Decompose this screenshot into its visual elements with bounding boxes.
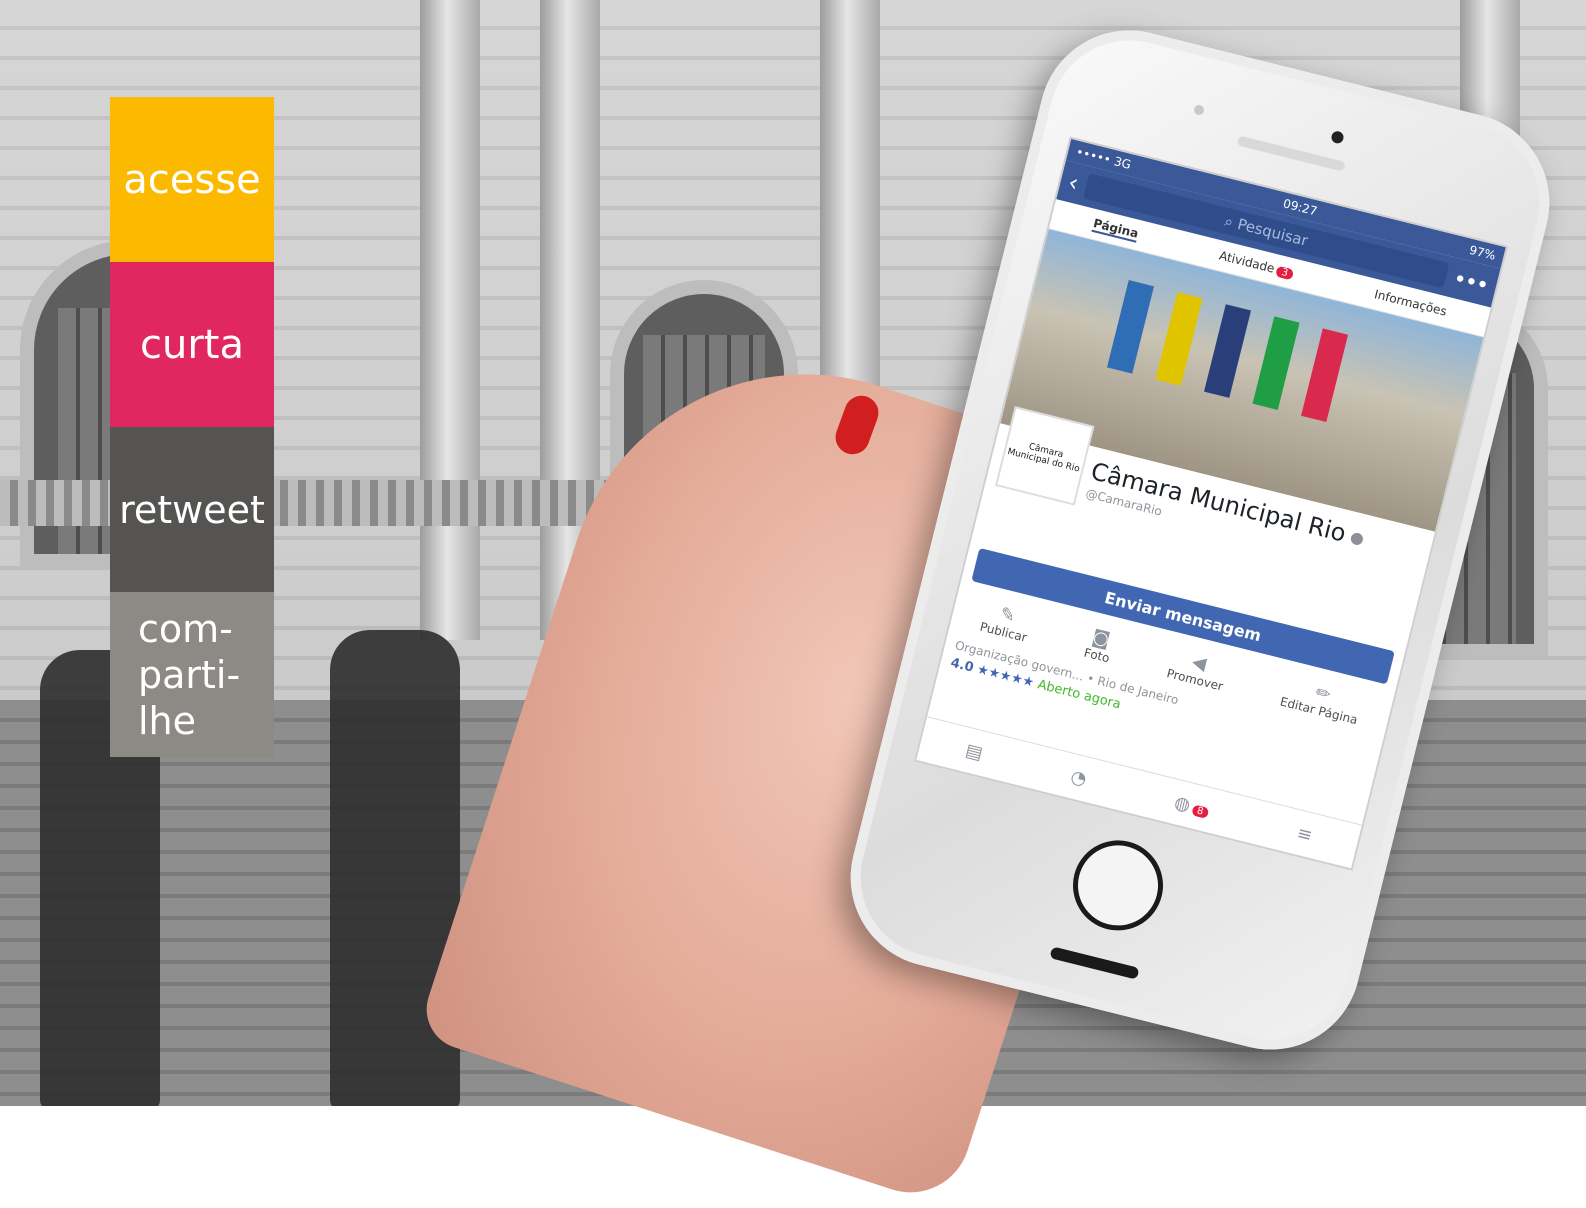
feed-icon[interactable]: ▤ [963,739,985,763]
promote-button[interactable]: ◀ Promover [1165,646,1229,694]
earpiece-speaker [1236,135,1346,172]
home-button[interactable] [1063,830,1173,940]
battery-level: 97% [1467,242,1498,263]
banner [1252,316,1300,410]
back-chevron-icon[interactable]: ‹ [1065,168,1081,197]
compartilhe-line: parti- [138,652,241,697]
compartilhe-line: com- [138,606,233,651]
publish-button[interactable]: ✎ Publicar [979,599,1034,645]
menu-icon[interactable]: ≡ [1295,822,1315,846]
messenger-icon[interactable]: ◔ [1068,766,1088,790]
notification-badge: 8 [1190,803,1210,819]
charging-port [1049,946,1140,980]
verified-icon [1349,531,1364,547]
globe-notifications-icon[interactable]: ◍ 8 [1172,791,1211,820]
proximity-sensor [1192,103,1206,117]
column [420,0,480,640]
front-camera [1330,130,1345,145]
photo-button[interactable]: ◙ Foto [1083,625,1117,665]
banner [1204,304,1252,398]
tab-pagina[interactable]: Página [1091,216,1140,243]
banner [1106,280,1155,374]
compartilhe-line: lhe [138,698,197,743]
banner [1301,328,1349,423]
notification-badge: 3 [1275,265,1295,281]
tag-compartilhe: com- parti- lhe [110,592,274,757]
tag-acesse: acesse [110,97,274,262]
tag-curta: curta [110,262,274,427]
banner [1155,292,1203,386]
tag-retweet: retweet [110,427,274,592]
more-icon[interactable]: ••• [1452,268,1491,297]
social-tags: acesse curta retweet com- parti- lhe [110,97,274,757]
